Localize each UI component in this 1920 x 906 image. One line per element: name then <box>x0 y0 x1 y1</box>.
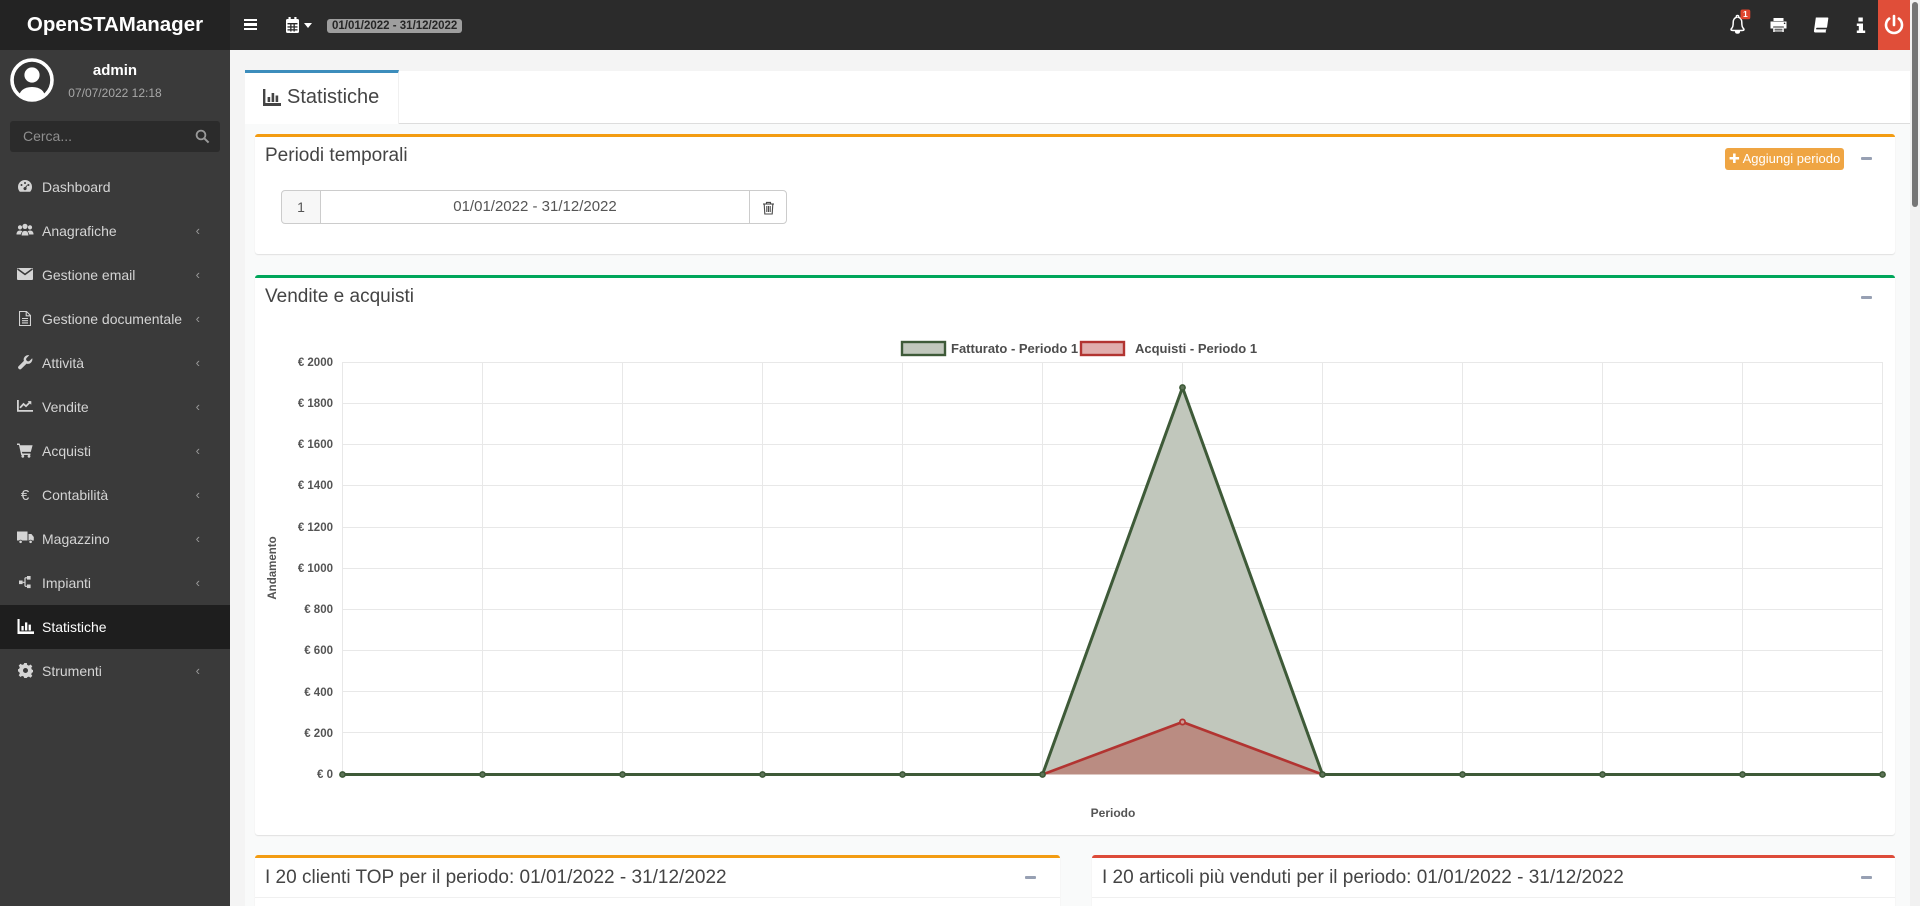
svg-text:Acquisti - Periodo 1: Acquisti - Periodo 1 <box>1135 341 1257 356</box>
svg-text:Fatturato - Periodo 1: Fatturato - Periodo 1 <box>951 341 1078 356</box>
svg-text:€ 0: € 0 <box>317 769 333 781</box>
svg-text:€ 1800: € 1800 <box>298 398 333 410</box>
svg-text:€ 400: € 400 <box>304 687 333 699</box>
svg-text:€ 800: € 800 <box>304 604 333 616</box>
svg-text:Periodo: Periodo <box>1091 806 1136 820</box>
svg-text:€ 1600: € 1600 <box>298 439 333 451</box>
svg-text:€ 2000: € 2000 <box>298 357 333 369</box>
svg-text:€ 600: € 600 <box>304 645 333 657</box>
svg-text:€ 200: € 200 <box>304 728 333 740</box>
svg-text:1: 1 <box>1743 9 1748 19</box>
svg-text:€ 1400: € 1400 <box>298 480 333 492</box>
svg-text:€ 1000: € 1000 <box>298 563 333 575</box>
svg-text:Andamento: Andamento <box>267 536 279 599</box>
svg-text:€ 1200: € 1200 <box>298 522 333 534</box>
